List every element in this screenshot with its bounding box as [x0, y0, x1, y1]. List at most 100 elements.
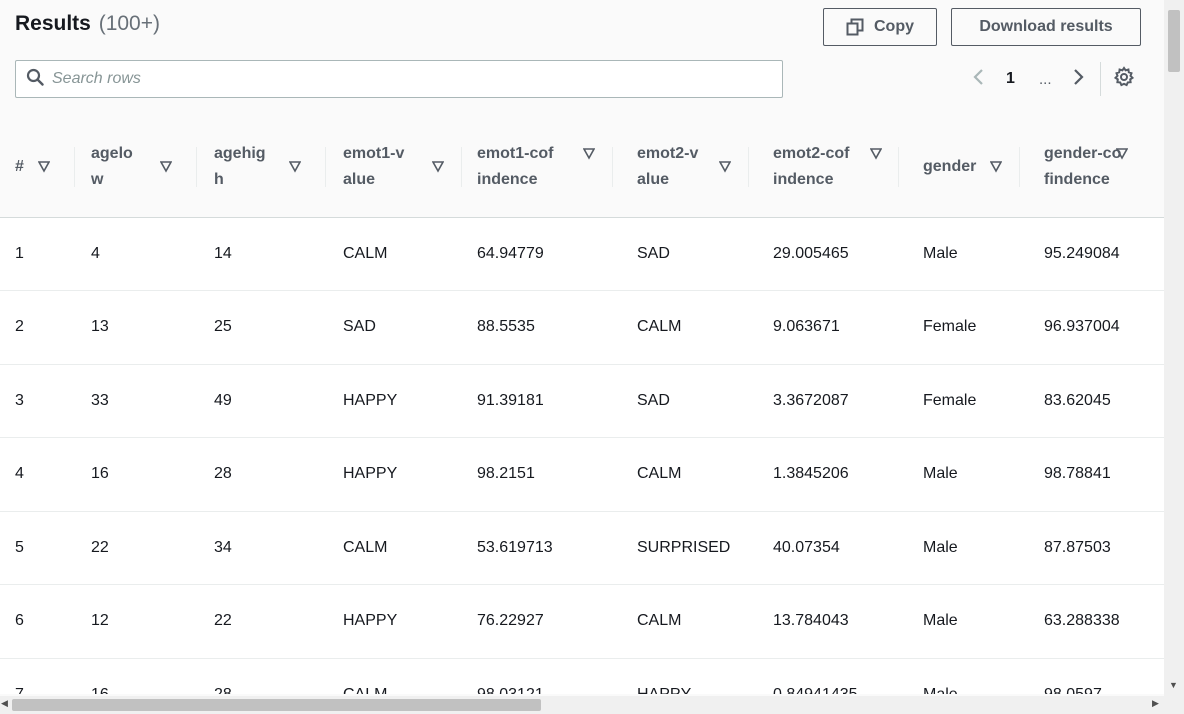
table-cell: 0.84941435 — [749, 658, 899, 694]
table-cell: 33 — [75, 364, 197, 438]
sort-caret-down-icon[interactable] — [718, 151, 732, 188]
column-header-emot2-cofindence[interactable]: emot2-cofindence — [749, 117, 899, 218]
table-row[interactable]: 2 13 25 SAD 88.5535 CALM 9.063671 Female 96.9370… — [0, 290, 1164, 365]
scroll-down-arrow-icon[interactable]: ▼ — [1169, 680, 1178, 690]
search-field[interactable] — [15, 60, 783, 98]
sort-caret-down-icon[interactable] — [431, 151, 445, 188]
results-header: Results (100+) Copy Download results Sea… — [0, 0, 1164, 117]
column-header-emot1-cofindence[interactable]: emot1-cofindence — [462, 117, 613, 218]
table-cell: SURPRISED — [613, 511, 749, 585]
table-cell: 13.784043 — [749, 584, 899, 659]
previous-page-button[interactable] — [968, 62, 990, 96]
table-cell: 49 — [197, 364, 326, 438]
table-cell: 7 — [0, 658, 75, 694]
copy-button[interactable]: Copy — [823, 8, 937, 46]
results-title: Results — [15, 12, 91, 35]
sort-caret-down-icon[interactable] — [37, 151, 51, 188]
vertical-scrollbar-thumb[interactable] — [1168, 10, 1180, 72]
table-cell: CALM — [326, 658, 462, 694]
search-input[interactable] — [52, 70, 752, 88]
sort-caret-down-icon[interactable] — [159, 151, 173, 188]
horizontal-scrollbar-thumb[interactable] — [12, 699, 541, 711]
chevron-right-icon — [1067, 66, 1089, 93]
column-header-gender[interactable]: gender — [899, 117, 1020, 218]
table-cell: CALM — [326, 217, 462, 291]
table-cell: 25 — [197, 290, 326, 365]
table-cell: 96.937004 — [1020, 290, 1164, 365]
table-cell: 4 — [75, 217, 197, 291]
table-cell: 64.94779 — [462, 217, 613, 291]
table-cell: 98.03121 — [462, 658, 613, 694]
results-table-container: # agelow agehigh emot1-value emot1-cofin… — [0, 117, 1164, 694]
results-count: (100+) — [98, 12, 160, 35]
table-body: 1 4 14 CALM 64.94779 SAD 29.005465 Male 95.24908… — [0, 217, 1164, 694]
sort-caret-down-icon[interactable] — [288, 151, 302, 188]
next-page-button[interactable] — [1067, 62, 1089, 96]
download-results-button[interactable]: Download results — [951, 8, 1141, 46]
table-cell: 98.0597 — [1020, 658, 1164, 694]
table-cell: 22 — [75, 511, 197, 585]
sort-caret-down-icon[interactable] — [869, 138, 883, 175]
column-header-index[interactable]: # — [0, 117, 75, 218]
sort-caret-down-icon[interactable] — [989, 151, 1003, 188]
table-cell: Male — [899, 511, 1020, 585]
table-cell: 95.249084 — [1020, 217, 1164, 291]
table-row[interactable]: 1 4 14 CALM 64.94779 SAD 29.005465 Male 95.24908… — [0, 217, 1164, 291]
preferences-button[interactable] — [1113, 62, 1135, 96]
table-cell: 3.3672087 — [749, 364, 899, 438]
table-cell: 28 — [197, 658, 326, 694]
page-number-button[interactable]: 1 — [1006, 62, 1015, 96]
table-cell: CALM — [613, 290, 749, 365]
table-cell: SAD — [613, 364, 749, 438]
search-icon — [26, 68, 44, 91]
table-cell: 98.78841 — [1020, 437, 1164, 512]
table-row[interactable]: 5 22 34 CALM 53.619713 SURPRISED 40.07354 Male 8… — [0, 511, 1164, 585]
table-cell: 16 — [75, 658, 197, 694]
column-header-agehigh[interactable]: agehigh — [197, 117, 326, 218]
table-cell: Male — [899, 584, 1020, 659]
table-cell: 9.063671 — [749, 290, 899, 365]
table-cell: 5 — [0, 511, 75, 585]
table-row[interactable]: 3 33 49 HAPPY 91.39181 SAD 3.3672087 Female 83.6… — [0, 364, 1164, 438]
download-results-label: Download results — [979, 18, 1113, 35]
pagination-divider — [1100, 62, 1101, 96]
horizontal-scrollbar[interactable]: ◀ ▶ — [0, 696, 1164, 714]
table-cell: HAPPY — [326, 437, 462, 512]
scroll-right-arrow-icon[interactable]: ▶ — [1152, 698, 1159, 709]
copy-button-label: Copy — [874, 18, 914, 35]
table-cell: 6 — [0, 584, 75, 659]
table-cell: 29.005465 — [749, 217, 899, 291]
table-row[interactable]: 6 12 22 HAPPY 76.22927 CALM 13.784043 Male 63.28… — [0, 584, 1164, 659]
table-cell: CALM — [613, 437, 749, 512]
table-row[interactable]: 71628CALM98.03121HAPPY0.84941435Male98.0… — [0, 658, 1164, 694]
table-cell: Female — [899, 364, 1020, 438]
column-header-gender-cofindence[interactable]: gender-cofindence — [1020, 117, 1164, 218]
table-cell: 3 — [0, 364, 75, 438]
gear-icon — [1113, 65, 1135, 93]
sort-caret-down-icon[interactable] — [582, 138, 596, 175]
table-cell: CALM — [326, 511, 462, 585]
table-cell: HAPPY — [613, 658, 749, 694]
table-cell: 12 — [75, 584, 197, 659]
sort-caret-down-icon[interactable] — [1115, 138, 1129, 175]
table-cell: SAD — [613, 217, 749, 291]
table-cell: 16 — [75, 437, 197, 512]
table-cell: Male — [899, 217, 1020, 291]
table-cell: 40.07354 — [749, 511, 899, 585]
table-cell: 87.87503 — [1020, 511, 1164, 585]
pagination-ellipsis: ... — [1039, 70, 1052, 88]
column-header-emot2-value[interactable]: emot2-value — [613, 117, 749, 218]
table-cell: 28 — [197, 437, 326, 512]
scroll-left-arrow-icon[interactable]: ◀ — [1, 698, 8, 709]
table-cell: 91.39181 — [462, 364, 613, 438]
table-row[interactable]: 4 16 28 HAPPY 98.2151 CALM 1.3845206 Male 98.788… — [0, 437, 1164, 512]
table-cell: 98.2151 — [462, 437, 613, 512]
table-cell: 13 — [75, 290, 197, 365]
table-cell: HAPPY — [326, 584, 462, 659]
copy-icon — [846, 18, 864, 36]
table-cell: Female — [899, 290, 1020, 365]
vertical-scrollbar[interactable]: ▼ — [1164, 0, 1184, 696]
table-cell: 4 — [0, 437, 75, 512]
column-header-emot1-value[interactable]: emot1-value — [326, 117, 462, 218]
column-header-agelow[interactable]: agelow — [75, 117, 197, 218]
